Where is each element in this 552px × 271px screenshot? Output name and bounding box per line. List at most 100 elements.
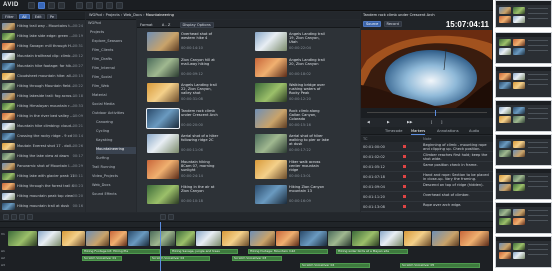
marker-row[interactable]: 00:01:11:20 Overhead shot of climber. xyxy=(361,192,493,202)
video-clip[interactable] xyxy=(62,231,85,246)
script-button[interactable] xyxy=(58,2,65,9)
marker-row[interactable]: 00:01:09:04 Descend on top of ridge (hidd… xyxy=(361,182,493,192)
search-button[interactable] xyxy=(48,2,55,9)
timeline-tool-trim[interactable] xyxy=(11,214,17,220)
video-clip[interactable] xyxy=(250,231,275,246)
video-clip[interactable] xyxy=(328,231,351,246)
video-clip[interactable] xyxy=(380,231,403,246)
tree-item[interactable]: Film_Drafts xyxy=(92,57,136,64)
filter-pe-button[interactable]: Pe xyxy=(46,14,58,19)
tree-item[interactable]: Film_Internal xyxy=(92,66,136,73)
video-clip[interactable] xyxy=(150,231,175,246)
filter-edit-button[interactable]: Edit xyxy=(31,14,45,19)
video-clip[interactable] xyxy=(300,231,327,246)
audio-clip[interactable]: Scratch VoiceOver 05 xyxy=(400,263,480,268)
layout-thumbnail[interactable] xyxy=(495,0,552,28)
list-item[interactable]: Hiking the lake view at dawn 00:17 xyxy=(2,152,83,160)
video-clip[interactable] xyxy=(352,231,379,246)
list-item[interactable]: Hiking through Mountain fields 05.8000:2… xyxy=(2,82,83,90)
marker-row[interactable]: 00:01:00:00 Beginning of climb - mounting… xyxy=(361,142,493,152)
audio-clip[interactable]: Scratch VoiceOver 02 xyxy=(150,256,210,261)
marker-row[interactable]: 00:01:07:18 Hand and rope: Section to be … xyxy=(361,172,493,182)
playhead[interactable] xyxy=(435,110,436,116)
tree-item[interactable]: Film_Clients xyxy=(92,48,136,55)
video-clip[interactable] xyxy=(276,231,299,246)
color-button[interactable] xyxy=(106,2,113,9)
tree-item[interactable]: Mountaineering xyxy=(96,147,136,154)
tree-item[interactable]: Projects xyxy=(90,30,136,37)
tree-item[interactable]: Canoeing xyxy=(96,120,136,127)
audio-clip[interactable]: Hiking wider birds at a Mayan site xyxy=(336,249,408,254)
list-item[interactable]: Hiking through the forest trail 4 00:23 xyxy=(2,182,83,190)
video-clip[interactable] xyxy=(222,231,249,246)
tools-button[interactable] xyxy=(76,2,83,9)
tab-timecode[interactable]: Timecode xyxy=(385,129,402,133)
video-clip[interactable] xyxy=(86,231,109,246)
tree-item[interactable]: Surfing xyxy=(96,156,136,163)
audio-clip[interactable]: Scratch VoiceOver 01 xyxy=(82,256,122,261)
marker-row[interactable]: 00:01:02:02 Climber reaches first hold; k… xyxy=(361,152,493,162)
filter-all-button[interactable]: All xyxy=(19,14,30,19)
list-item[interactable]: Hiking Himalayan mountain region 1200:33 xyxy=(2,102,83,110)
tab-audio[interactable]: Audio xyxy=(469,129,479,133)
mark-in-icon[interactable]: [ xyxy=(431,120,432,124)
tab-annotations[interactable]: Annotations xyxy=(437,129,459,133)
tree-item[interactable]: Web_Docs xyxy=(92,183,136,190)
list-item[interactable]: Hiking mountain trail at dusk 00:16 xyxy=(2,202,83,210)
video-clip[interactable] xyxy=(128,231,149,246)
list-item[interactable]: Hiking lake side edge: green with trees0… xyxy=(2,32,83,40)
tree-item[interactable]: Video_Projects xyxy=(92,174,136,181)
list-item[interactable]: Panoramic shot of Mountain lake view00:2… xyxy=(2,162,83,170)
record-tab[interactable]: Record xyxy=(383,21,402,27)
breadcrumb-projects[interactable]: Projects xyxy=(106,13,120,17)
video-clip[interactable] xyxy=(8,231,37,246)
list-item[interactable]: Hiking mountain peak top view 00:20 xyxy=(2,192,83,200)
display-options-button[interactable]: Display Options xyxy=(179,22,214,28)
timeline-tool-overwrite[interactable] xyxy=(27,214,33,220)
video-clip[interactable] xyxy=(196,231,221,246)
list-item[interactable]: Hiking Savage: mill through Hike valley0… xyxy=(2,42,83,50)
filter-label[interactable]: Filter xyxy=(2,14,17,19)
video-clip[interactable] xyxy=(38,231,61,246)
layout-thumbnail[interactable] xyxy=(495,236,552,268)
list-item[interactable]: Hiking lakeside trail: fog across ridge0… xyxy=(2,92,83,100)
tree-item[interactable]: Cycling xyxy=(96,129,136,136)
timeline-ruler[interactable] xyxy=(0,222,493,228)
settings-button[interactable] xyxy=(116,2,123,9)
video-clip[interactable] xyxy=(404,231,431,246)
list-item[interactable]: Mountain trailhead clip: climbing wall00… xyxy=(2,52,83,60)
audio-clip[interactable]: Hiking Savage, jungle and trees xyxy=(170,249,238,254)
timeline-playhead[interactable] xyxy=(160,222,161,271)
browse-button[interactable] xyxy=(38,2,45,9)
timeline-tool-splice[interactable] xyxy=(19,214,25,220)
mark-out-icon[interactable]: ] xyxy=(441,120,442,124)
audio-clip[interactable]: Scratch VoiceOver 03 xyxy=(232,256,282,261)
list-item[interactable]: Cloudsheet mountain hike: all alike 00:15 xyxy=(2,72,83,80)
list-item[interactable]: Mountain hike footage: far hike to south… xyxy=(2,62,83,70)
breadcrumb-sub[interactable]: Web_Docs xyxy=(124,13,142,17)
layout-thumbnail[interactable] xyxy=(495,134,552,166)
list-item[interactable]: Crossing the rocky ridge - 9 cd 00:14 xyxy=(2,132,83,140)
marker-row[interactable]: 00:01:05:12 Same position check in frame. xyxy=(361,162,493,172)
play-icon[interactable]: ▶ xyxy=(387,120,390,124)
tree-item[interactable]: Social Media xyxy=(92,102,136,109)
list-item[interactable]: Hiking lake with glacier peak 11 00:11 xyxy=(2,172,83,180)
list-item[interactable]: Hiking trail way - Mountains to Westside… xyxy=(2,22,83,30)
layout-thumbnail[interactable] xyxy=(495,168,552,200)
breadcrumb-root[interactable]: WGPod xyxy=(89,13,102,17)
audio-clip[interactable]: Hiking footage: Mountain mild xyxy=(248,249,328,254)
timeline-zoom-out[interactable] xyxy=(160,214,166,220)
tree-item[interactable]: Sound Effects xyxy=(92,192,136,199)
tree-item[interactable]: Material xyxy=(92,93,136,100)
tree-item[interactable]: Explore_Seasons xyxy=(92,39,136,46)
effects-button[interactable] xyxy=(86,2,93,9)
timeline-zoom-in[interactable] xyxy=(168,214,174,220)
sort-dropdown[interactable]: A - Z xyxy=(162,23,171,27)
source-tab[interactable]: Source xyxy=(363,21,382,27)
video-clip[interactable] xyxy=(176,231,195,246)
tree-item[interactable]: Trail Running xyxy=(92,165,136,172)
tree-item[interactable]: Outdoor Activities xyxy=(92,111,136,118)
tree-item[interactable]: WGPod xyxy=(88,21,136,28)
step-back-icon[interactable]: ◀ xyxy=(367,120,370,124)
scrub-track[interactable] xyxy=(367,112,487,113)
